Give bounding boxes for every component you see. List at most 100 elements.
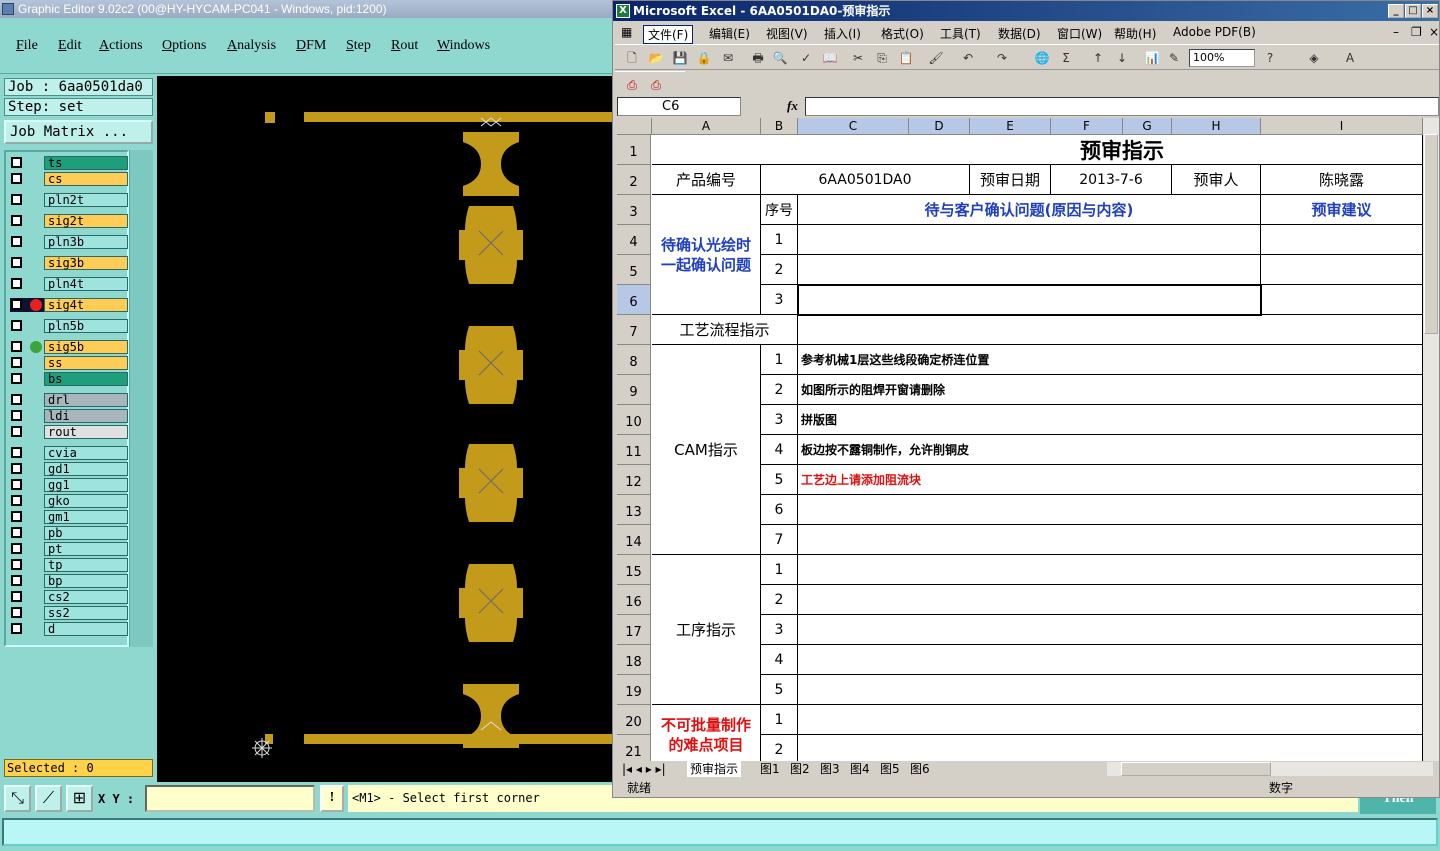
layer-checkbox[interactable] <box>11 591 22 602</box>
menu-dfm[interactable]: DFM <box>296 38 326 54</box>
cam-item-text[interactable]: 工艺边上请添加阻流块 <box>798 465 1423 495</box>
layer-checkbox[interactable] <box>11 575 22 586</box>
procedure-item-no[interactable]: 5 <box>761 675 798 705</box>
tab-fig2[interactable]: 图2 <box>787 761 813 777</box>
research-icon[interactable]: 📖 <box>821 49 839 67</box>
layer-checkbox[interactable] <box>11 173 22 184</box>
close-icon[interactable]: × <box>1422 4 1438 18</box>
col-header-i[interactable]: I <box>1261 118 1423 135</box>
print-preview-icon[interactable]: 🔍 <box>771 49 789 67</box>
cam-item-text[interactable]: 如图所示的阻焊开窗请删除 <box>798 375 1423 405</box>
cam-item-no[interactable]: 1 <box>761 345 798 375</box>
reviewer-label[interactable]: 预审人 <box>1172 165 1261 195</box>
measure-icon[interactable]: ⟋ <box>35 785 62 812</box>
redo-icon[interactable]: ↷ <box>993 49 1011 67</box>
row-header-5[interactable]: 5 <box>617 255 651 285</box>
layer-row-cs2[interactable]: cs2 <box>10 590 128 604</box>
seq-header[interactable]: 序号 <box>761 195 798 225</box>
cam-item-text[interactable] <box>798 495 1423 525</box>
layer-row-gm1[interactable]: gm1 <box>10 510 128 524</box>
confirm-issue-1[interactable] <box>798 225 1261 255</box>
new-icon[interactable]: 🗋 <box>623 49 641 67</box>
menu-edit[interactable]: Edit <box>58 38 81 54</box>
tab-fig1[interactable]: 图1 <box>757 761 783 777</box>
layer-row-sig4t[interactable]: sig4t <box>10 298 128 312</box>
menu-edit[interactable]: 编辑(E) <box>705 25 754 42</box>
alert-button[interactable]: ! <box>320 785 344 812</box>
layer-list-scrollbar[interactable] <box>129 150 153 647</box>
undo-icon[interactable]: ↶ <box>959 49 977 67</box>
row-header-11[interactable]: 11 <box>617 435 651 465</box>
menu-file[interactable]: 文件(F) <box>643 25 694 44</box>
layer-row-drl[interactable]: drl <box>10 393 128 407</box>
layer-checkbox[interactable] <box>11 341 22 352</box>
format-painter-icon[interactable]: 🖌 <box>927 49 945 67</box>
row-header-13[interactable]: 13 <box>617 495 651 525</box>
hard-items-label[interactable]: 不可批量制作的难点项目 <box>652 705 761 761</box>
reviewer-value[interactable]: 陈晓露 <box>1261 165 1423 195</box>
layer-row-pln2t[interactable]: pln2t <box>10 193 128 207</box>
cam-item-no[interactable]: 7 <box>761 525 798 555</box>
zoom-select[interactable]: 100% <box>1189 49 1255 67</box>
save-icon[interactable]: 💾 <box>671 49 689 67</box>
layer-checkbox[interactable] <box>11 236 22 247</box>
layer-row-pln3b[interactable]: pln3b <box>10 235 128 249</box>
confirm-no-1[interactable]: 1 <box>761 225 798 255</box>
layer-row-gd1[interactable]: gd1 <box>10 462 128 476</box>
layer-checkbox[interactable] <box>11 320 22 331</box>
pdf-convert-icon[interactable]: ⎙ <box>623 76 641 94</box>
open-icon[interactable]: 📂 <box>647 49 665 67</box>
procedure-item-text[interactable] <box>798 675 1423 705</box>
name-box[interactable]: C6 <box>617 97 741 116</box>
layer-row-pln4t[interactable]: pln4t <box>10 277 128 291</box>
confirm-issue-2[interactable] <box>798 255 1261 285</box>
layer-row-sig2t[interactable]: sig2t <box>10 214 128 228</box>
hard-item-text[interactable] <box>798 735 1423 761</box>
col-header-b[interactable]: B <box>761 118 798 135</box>
cam-item-text[interactable]: 参考机械1层这些线段确定桥连位置 <box>798 345 1423 375</box>
sort-ascending-icon[interactable]: ↑ <box>1089 49 1107 67</box>
cam-item-no[interactable]: 2 <box>761 375 798 405</box>
horizontal-scroll-thumb[interactable] <box>1121 762 1271 776</box>
formula-input[interactable] <box>805 97 1439 116</box>
confirm-issues-header[interactable]: 待与客户确认问题(原因与内容) <box>798 195 1261 225</box>
layer-checkbox[interactable] <box>11 373 22 384</box>
maximize-icon[interactable]: □ <box>1405 4 1421 18</box>
spelling-icon[interactable]: ✓ <box>797 49 815 67</box>
confirm-issue-3[interactable] <box>798 285 1261 315</box>
menu-format[interactable]: 格式(O) <box>877 25 928 42</box>
col-header-d[interactable]: D <box>909 118 970 135</box>
cam-label[interactable]: CAM指示 <box>652 345 761 555</box>
procedure-item-text[interactable] <box>798 555 1423 585</box>
confirm-no-3[interactable]: 3 <box>761 285 798 315</box>
work-layer-indicator-icon[interactable] <box>30 299 42 311</box>
layer-row-pb[interactable]: pb <box>10 526 128 540</box>
tab-fig4[interactable]: 图4 <box>847 761 873 777</box>
font-color-icon[interactable]: A <box>1341 49 1359 67</box>
procedure-item-no[interactable]: 3 <box>761 615 798 645</box>
layer-row-tp[interactable]: tp <box>10 558 128 572</box>
row-header-8[interactable]: 8 <box>617 345 651 375</box>
layer-checkbox[interactable] <box>11 215 22 226</box>
row-header-4[interactable]: 4 <box>617 225 651 255</box>
row-header-6[interactable]: 6 <box>617 285 651 315</box>
tab-preview-instruction[interactable]: 预审指示 <box>687 761 742 777</box>
row-header-1[interactable]: 1 <box>617 135 651 165</box>
layer-row-sig5b[interactable]: sig5b <box>10 340 128 354</box>
suggestion-header[interactable]: 预审建议 <box>1261 195 1423 225</box>
tab-fig5[interactable]: 图5 <box>877 761 903 777</box>
tab-fig3[interactable]: 图3 <box>817 761 843 777</box>
layer-checkbox[interactable] <box>11 607 22 618</box>
cam-item-text[interactable] <box>798 525 1423 555</box>
cam-item-no[interactable]: 3 <box>761 405 798 435</box>
layer-checkbox[interactable] <box>11 559 22 570</box>
layer-checkbox[interactable] <box>11 357 22 368</box>
email-icon[interactable]: ✉ <box>719 49 737 67</box>
cam-item-text[interactable]: 拼版图 <box>798 405 1423 435</box>
procedure-label[interactable]: 工序指示 <box>652 555 761 705</box>
menu-actions[interactable]: Actions <box>99 38 143 54</box>
row-header-10[interactable]: 10 <box>617 405 651 435</box>
doc-restore-icon[interactable]: ❐ <box>1407 25 1426 39</box>
row-header-17[interactable]: 17 <box>617 615 651 645</box>
row-header-18[interactable]: 18 <box>617 645 651 675</box>
